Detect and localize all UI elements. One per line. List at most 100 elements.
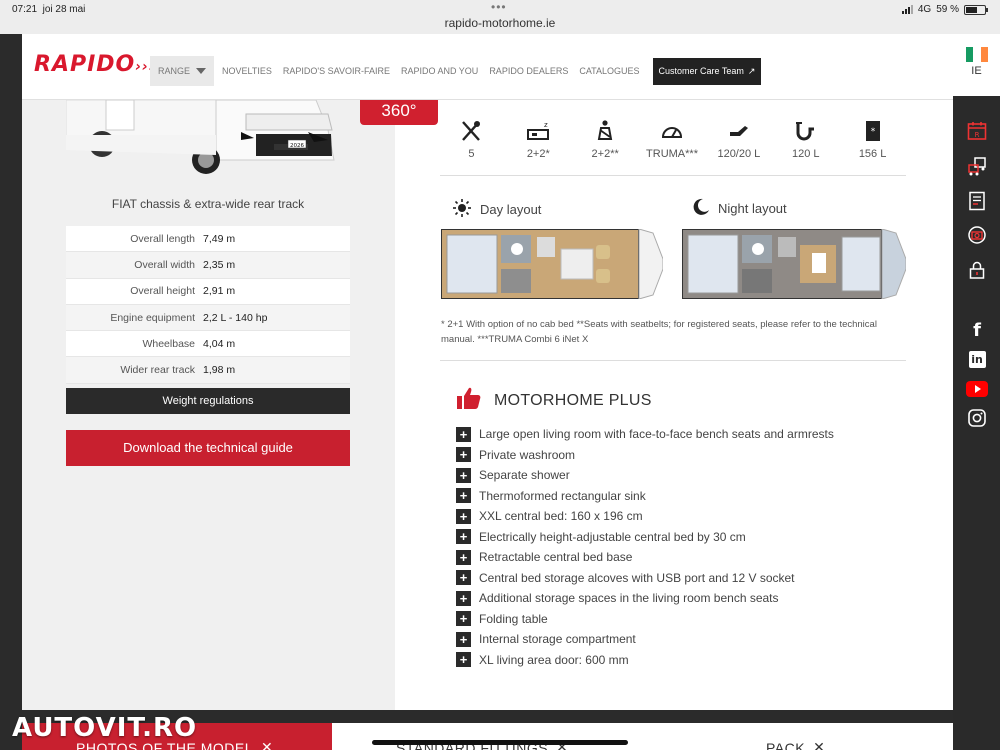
plus-icon: + [456, 570, 471, 586]
battery-icon [964, 4, 988, 15]
capacity-value: 156 L [858, 148, 887, 160]
download-guide-button[interactable]: Download the technical guide [66, 430, 350, 466]
spec-row-rear-track: Wider rear track 1,98 m [66, 357, 350, 384]
plus-icon: + [456, 447, 471, 463]
svg-text:R: R [975, 131, 980, 139]
drain-icon [772, 118, 839, 144]
plus-item: + Electrically height-adjustable central … [456, 527, 834, 548]
plus-item: + Central bed storage alcoves with USB po… [456, 568, 834, 589]
spec-value: 1,98 m [203, 364, 236, 377]
plus-item-label: Central bed storage alcoves with USB por… [479, 570, 795, 585]
sun-icon [452, 198, 472, 221]
site-header: RAPIDO››› RANGE NOVELTIES RAPIDO'S SAVOI… [22, 34, 953, 100]
spec-label: Engine equipment [110, 311, 195, 324]
plus-item: + Private washroom [456, 445, 834, 466]
plus-item: + Internal storage compartment [456, 629, 834, 650]
nav-savoir-faire[interactable]: RAPIDO'S SAVOIR-FAIRE [283, 66, 390, 76]
motorhome-image[interactable]: 2026 [66, 100, 336, 180]
capacity-row: 5 z 2+2* 2+2** TRUMA*** 120/20 L 120 L * [438, 118, 906, 160]
capacity-fridge: * 156 L [839, 118, 906, 160]
plus-item-label: Large open living room with face-to-face… [479, 427, 834, 442]
linkedin-icon[interactable]: in [966, 348, 988, 370]
capacity-value: 120 L [791, 148, 820, 160]
home-indicator[interactable] [372, 740, 628, 745]
divider [440, 175, 906, 176]
plus-item-label: Additional storage spaces in the living … [479, 591, 779, 606]
youtube-icon[interactable] [966, 378, 988, 400]
spec-label: Overall height [130, 285, 195, 298]
capacity-footnote: * 2+1 With option of no cab bed **Seats … [441, 319, 877, 345]
chevron-down-icon: ✕ [813, 739, 826, 750]
spec-label: Overall width [134, 258, 195, 271]
fridge-icon: * [839, 118, 906, 144]
plus-item-label: Private washroom [479, 447, 576, 462]
svg-text:2026: 2026 [290, 143, 304, 149]
plus-icon: + [456, 652, 471, 668]
plus-icon: + [456, 590, 471, 606]
address-bar[interactable]: rapido-motorhome.ie [0, 16, 1000, 30]
status-indicators: 4G 59 % [901, 4, 988, 15]
plus-item-label: XXL central bed: 160 x 196 cm [479, 509, 643, 524]
motorhome-plus-heading: MOTORHOME PLUS [456, 386, 652, 415]
capacity-water: 120/20 L [705, 118, 772, 160]
signal-icon [901, 5, 913, 14]
battery-percent: 59 % [936, 4, 959, 15]
status-time: 07:21 joi 28 mai [12, 4, 86, 15]
plus-item-label: XL living area door: 600 mm [479, 652, 629, 667]
chevron-down-icon: ✕ [261, 739, 274, 750]
caret-down-icon [196, 68, 207, 74]
nav-catalogues[interactable]: CATALOGUES [579, 66, 639, 76]
capacity-value: 2+2** [591, 148, 619, 160]
plus-item-label: Thermoformed rectangular sink [479, 488, 646, 503]
capacity-value: 120/20 L [717, 148, 761, 160]
spec-row-wheelbase: Wheelbase 4,04 m [66, 331, 350, 358]
day-layout-title: Day layout [452, 198, 541, 221]
plus-icon: + [456, 508, 471, 524]
nav-rapido-and-you[interactable]: RAPIDO AND YOU [401, 66, 478, 76]
capacity-value: TRUMA*** [646, 148, 698, 160]
360-view-badge[interactable]: 360° [360, 100, 438, 125]
plus-icon: + [456, 467, 471, 483]
weight-regulations-button[interactable]: Weight regulations [66, 388, 350, 414]
instagram-icon[interactable] [966, 407, 988, 429]
customer-care-button[interactable]: Customer Care Team ↗ [652, 57, 762, 85]
night-layout-label: Night layout [718, 201, 787, 216]
day-layout-label: Day layout [480, 202, 542, 217]
svg-text:*: * [870, 127, 875, 137]
capacity-value: 2+2* [526, 148, 550, 160]
plus-item: + XL living area door: 600 mm [456, 650, 834, 671]
more-dots-icon[interactable]: ••• [491, 0, 507, 14]
brochure-icon[interactable] [966, 190, 988, 212]
plus-item: + Thermoformed rectangular sink [456, 486, 834, 507]
facebook-icon[interactable]: f [966, 319, 988, 341]
spec-label: Overall length [130, 232, 195, 245]
capacity-beds: z 2+2* [505, 118, 572, 160]
spec-table: Overall length 7,49 m Overall width 2,35 m… [66, 226, 350, 384]
spec-row-engine: Engine equipment 2,2 L - 140 hp [66, 304, 350, 332]
capacity-meals: 5 [438, 118, 505, 160]
nav-range[interactable]: RANGE [150, 56, 215, 86]
nav-novelties[interactable]: NOVELTIES [222, 66, 272, 76]
lock-icon[interactable] [966, 259, 988, 281]
nav-dealers[interactable]: RAPIDO DEALERS [489, 66, 568, 76]
spec-value: 7,49 m [203, 232, 236, 245]
day-floor-plan[interactable] [441, 229, 663, 299]
language-code[interactable]: IE [953, 65, 1000, 77]
plus-item: + Additional storage spaces in the living… [456, 588, 834, 609]
plus-item-label: Internal storage compartment [479, 632, 636, 647]
dealer-vehicle-icon[interactable] [966, 155, 988, 177]
customer-care-label: Customer Care Team [658, 66, 744, 76]
360-view-icon[interactable] [966, 224, 988, 246]
ireland-flag-icon[interactable] [966, 47, 988, 62]
main-nav: RANGE NOVELTIES RAPIDO'S SAVOIR-FAIRE RA… [150, 56, 762, 86]
calendar-icon[interactable]: R [966, 120, 988, 142]
rapido-logo[interactable]: RAPIDO››› [34, 52, 156, 77]
pack-tab[interactable]: PACK ✕ [766, 739, 825, 750]
spec-value: 2,2 L - 140 hp [203, 311, 268, 324]
night-floor-plan[interactable] [682, 229, 906, 299]
plus-icon: + [456, 529, 471, 545]
spec-value: 2,35 m [203, 258, 236, 271]
spec-row-overall-height: Overall height 2,91 m [66, 278, 350, 305]
plus-icon: + [456, 611, 471, 627]
thumbs-up-icon [456, 386, 482, 415]
